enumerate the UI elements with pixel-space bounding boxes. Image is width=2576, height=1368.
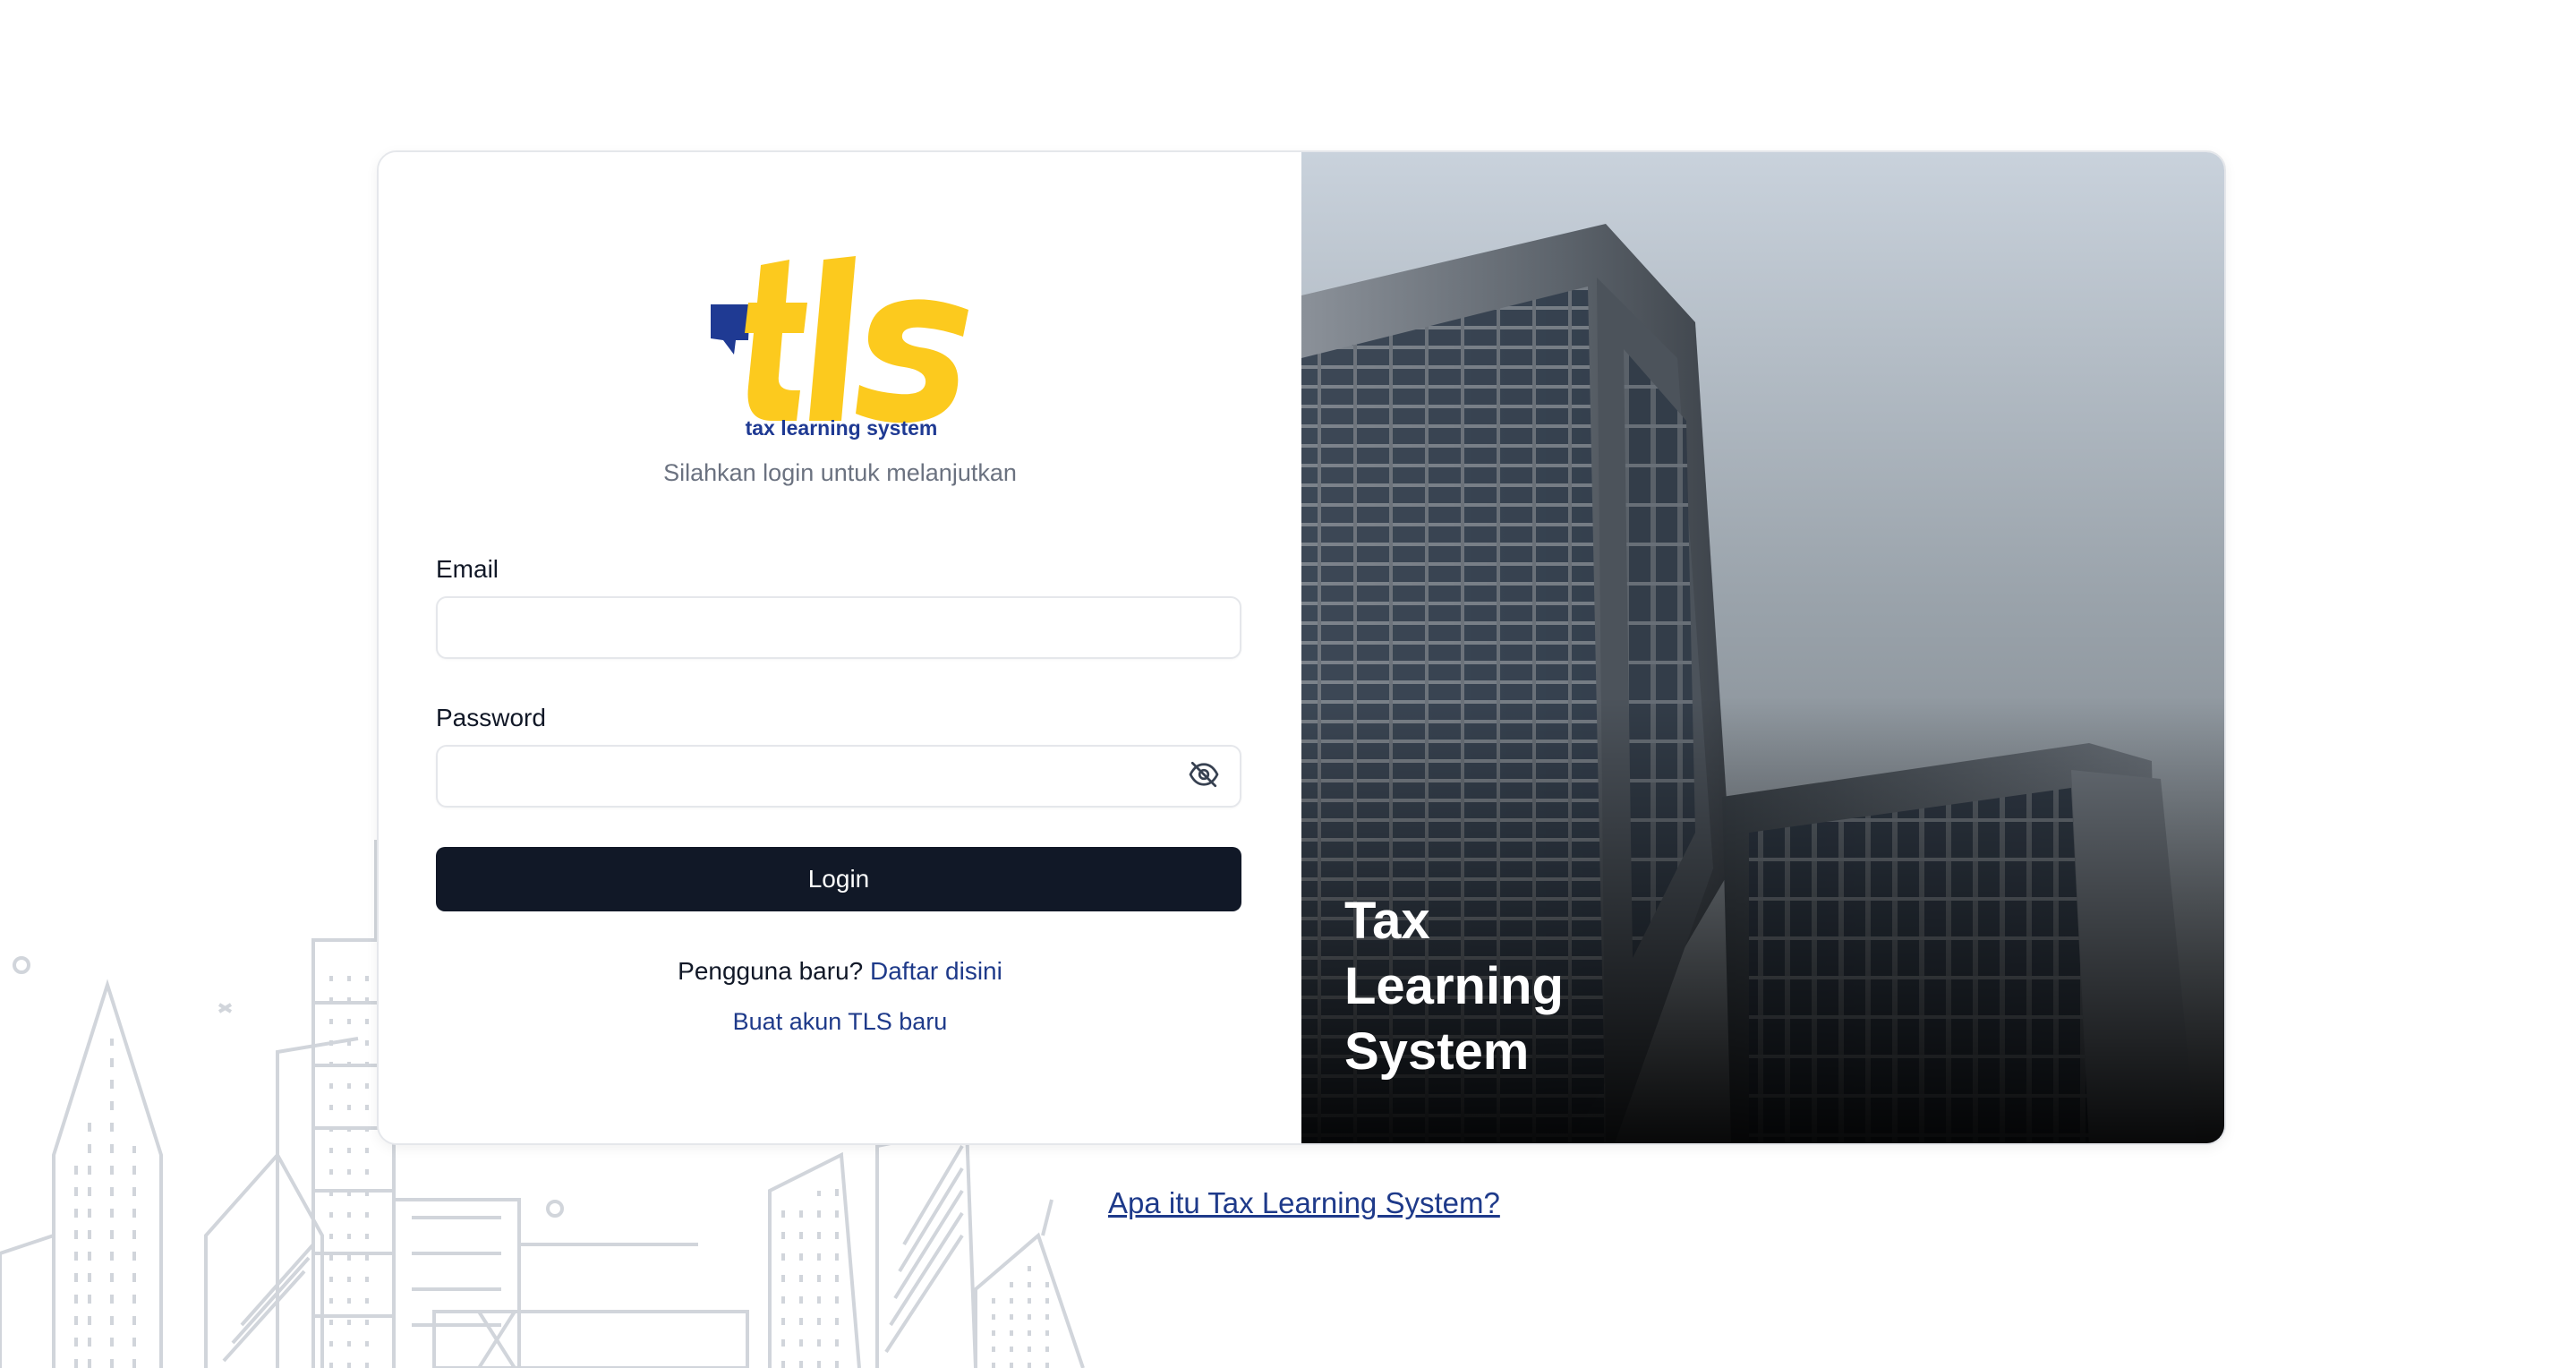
create-account-row: Buat akun TLS baru — [379, 1008, 1301, 1036]
login-subtitle: Silahkan login untuk melanjutkan — [663, 459, 1017, 486]
register-link[interactable]: Daftar disini — [870, 957, 1002, 985]
password-field[interactable] — [436, 745, 1241, 808]
about-tls-link[interactable]: Apa itu Tax Learning System? — [1108, 1186, 1500, 1220]
login-card: tax learning system Silahkan login untuk… — [377, 150, 2226, 1145]
register-prompt: Pengguna baru? Daftar disini — [379, 957, 1301, 986]
login-form-panel: tax learning system Silahkan login untuk… — [379, 152, 1301, 1143]
email-label: Email — [436, 555, 499, 583]
password-label: Password — [436, 704, 546, 731]
login-button[interactable]: Login — [436, 847, 1241, 911]
create-account-link[interactable]: Buat akun TLS baru — [733, 1008, 948, 1035]
logo-tagline: tax learning system — [746, 416, 938, 440]
hero-title: Tax Learning System — [1344, 892, 1564, 1081]
tls-logo: tax learning system — [711, 256, 968, 440]
login-page: tax learning system Silahkan login untuk… — [0, 0, 2576, 1368]
hero-panel: Tax Learning System — [1301, 152, 2224, 1143]
email-field[interactable] — [436, 596, 1241, 659]
toggle-password-visibility-button[interactable] — [1186, 757, 1222, 792]
eye-off-icon — [1189, 761, 1219, 788]
new-user-text: Pengguna baru? — [678, 957, 864, 985]
